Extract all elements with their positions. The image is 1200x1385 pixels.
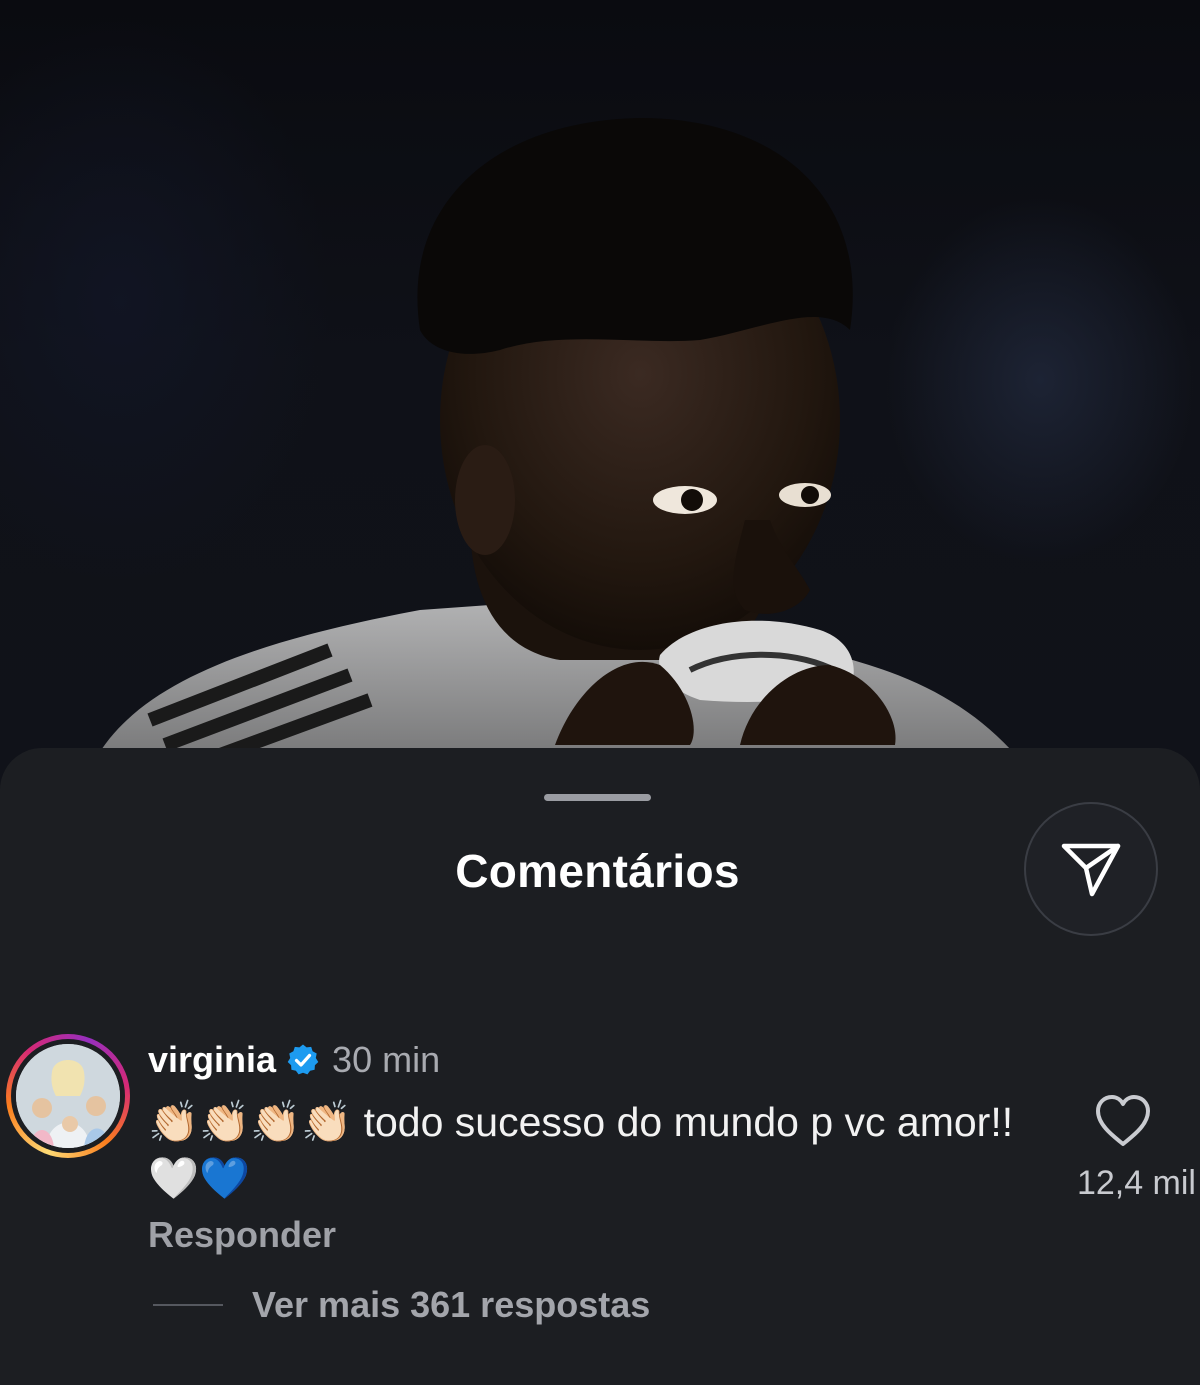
- avatar-photo: [16, 1044, 120, 1148]
- comment-text: 👏🏻👏🏻👏🏻👏🏻 todo sucesso do mundo p vc amor…: [148, 1099, 1025, 1201]
- replies-divider: [153, 1304, 223, 1306]
- sheet-title: Comentários: [455, 845, 740, 897]
- paper-plane-icon: [1061, 843, 1121, 897]
- post-photo: [0, 0, 1200, 800]
- reply-button[interactable]: Responder: [148, 1214, 336, 1256]
- heart-outline-icon[interactable]: [1094, 1094, 1152, 1148]
- verified-badge-icon: [287, 1044, 319, 1075]
- like-column: 12,4 mil: [1045, 1094, 1200, 1203]
- sheet-grabber-handle[interactable]: [544, 794, 651, 801]
- share-button[interactable]: [1024, 802, 1158, 936]
- comment-timestamp: 30 min: [332, 1039, 441, 1080]
- like-count: 12,4 mil: [1076, 1164, 1196, 1202]
- avatar: [16, 1044, 120, 1148]
- instagram-comments-screen: Comentários virginia 30 min 👏🏻👏🏻👏🏻👏🏻 tod…: [0, 0, 1200, 1385]
- comment-username[interactable]: virginia: [148, 1039, 276, 1081]
- avatar-story-ring[interactable]: [6, 1034, 130, 1158]
- comment-header: virginia 30 min: [148, 1038, 440, 1082]
- comments-sheet: Comentários virginia 30 min 👏🏻👏🏻👏🏻👏🏻 tod…: [0, 748, 1200, 1385]
- view-more-replies-button[interactable]: Ver mais 361 respostas: [252, 1284, 650, 1326]
- post-photo-illustration: [95, 118, 1020, 775]
